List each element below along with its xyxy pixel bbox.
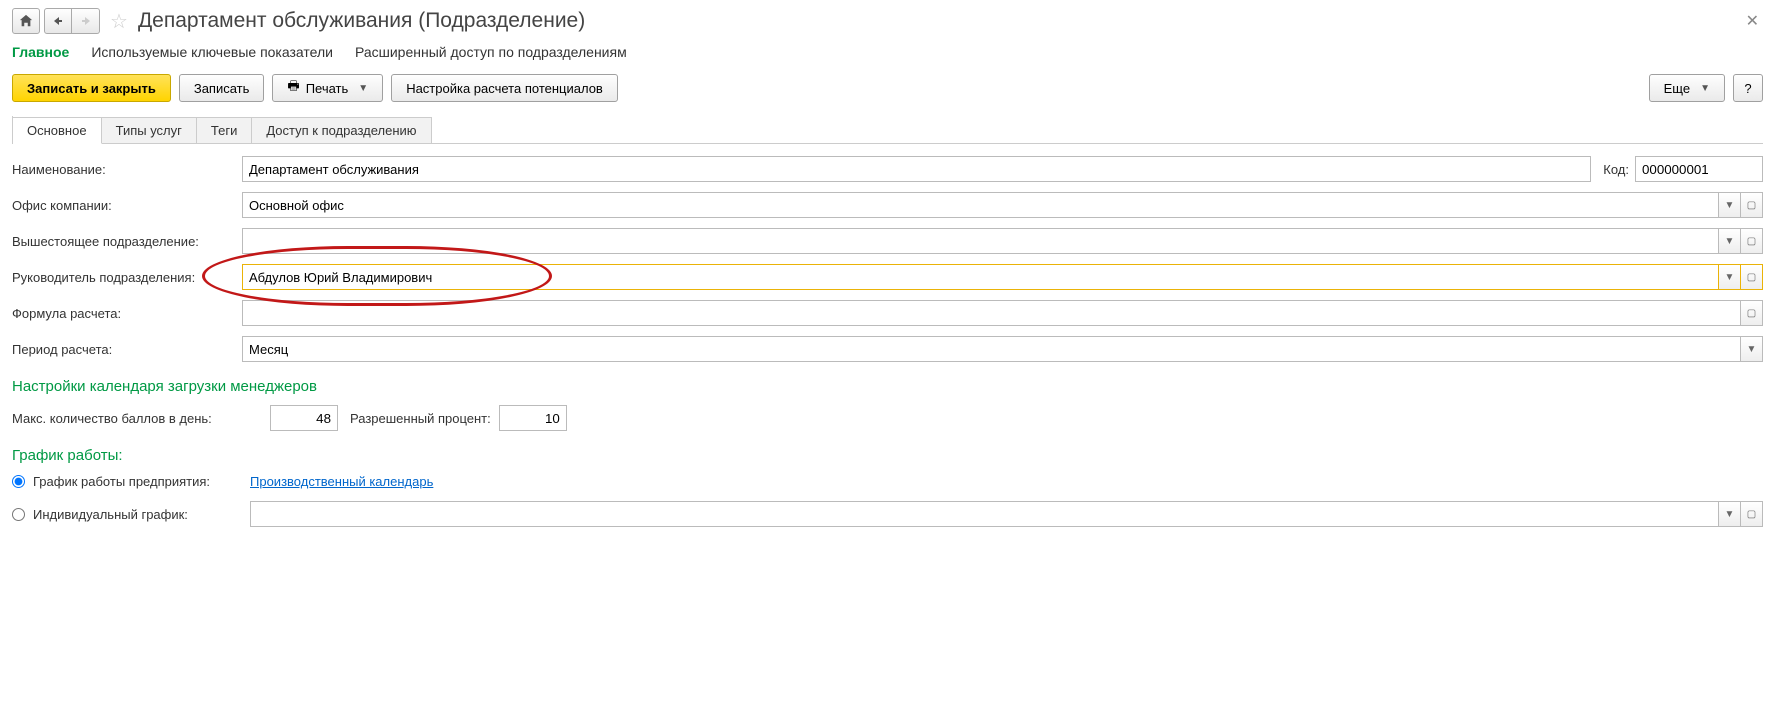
menu-main[interactable]: Главное bbox=[12, 44, 69, 60]
dropdown-button[interactable]: ▼ bbox=[1719, 228, 1741, 254]
office-input[interactable] bbox=[242, 192, 1719, 218]
menu-access[interactable]: Расширенный доступ по подразделениям bbox=[355, 44, 627, 60]
period-label: Период расчета: bbox=[12, 342, 242, 357]
menu-kpi[interactable]: Используемые ключевые показатели bbox=[91, 44, 333, 60]
parent-label: Вышестоящее подразделение: bbox=[12, 234, 242, 249]
printer-icon bbox=[287, 77, 299, 99]
chevron-down-icon: ▼ bbox=[358, 83, 368, 94]
open-button[interactable]: ▢ bbox=[1741, 501, 1763, 527]
percent-input[interactable] bbox=[499, 405, 567, 431]
tab-tags[interactable]: Теги bbox=[197, 117, 252, 144]
dropdown-button[interactable]: ▼ bbox=[1719, 264, 1741, 290]
print-label: Печать bbox=[306, 81, 349, 96]
percent-label: Разрешенный процент: bbox=[350, 411, 491, 426]
individual-schedule-text: Индивидуальный график: bbox=[33, 507, 188, 522]
formula-label: Формула расчета: bbox=[12, 306, 242, 321]
individual-schedule-input[interactable] bbox=[250, 501, 1719, 527]
forward-button[interactable] bbox=[72, 8, 100, 34]
tab-main[interactable]: Основное bbox=[13, 117, 102, 144]
office-label: Офис компании: bbox=[12, 198, 242, 213]
favorite-star-icon[interactable]: ☆ bbox=[110, 9, 128, 34]
code-label: Код: bbox=[1603, 162, 1629, 177]
company-schedule-radio[interactable] bbox=[12, 475, 25, 488]
more-button[interactable]: Еще ▼ bbox=[1649, 74, 1725, 102]
arrow-left-icon bbox=[52, 15, 64, 27]
parent-input[interactable] bbox=[242, 228, 1719, 254]
company-schedule-text: График работы предприятия: bbox=[33, 474, 210, 489]
save-button[interactable]: Записать bbox=[179, 74, 265, 102]
max-points-label: Макс. количество баллов в день: bbox=[12, 411, 262, 426]
potentials-button[interactable]: Настройка расчета потенциалов bbox=[391, 74, 618, 102]
dropdown-button[interactable]: ▼ bbox=[1719, 192, 1741, 218]
head-label: Руководитель подразделения: bbox=[12, 270, 242, 285]
calendar-section-title: Настройки календаря загрузки менеджеров bbox=[12, 378, 1763, 395]
print-button[interactable]: Печать ▼ bbox=[272, 74, 383, 102]
period-input[interactable] bbox=[242, 336, 1741, 362]
more-label: Еще bbox=[1664, 81, 1690, 96]
name-input[interactable] bbox=[242, 156, 1591, 182]
code-input[interactable] bbox=[1635, 156, 1763, 182]
back-button[interactable] bbox=[44, 8, 72, 34]
dropdown-button[interactable]: ▼ bbox=[1741, 336, 1763, 362]
open-button[interactable]: ▢ bbox=[1741, 264, 1763, 290]
open-button[interactable]: ▢ bbox=[1741, 228, 1763, 254]
tab-access[interactable]: Доступ к подразделению bbox=[252, 117, 431, 144]
head-input[interactable] bbox=[242, 264, 1719, 290]
open-button[interactable]: ▢ bbox=[1741, 192, 1763, 218]
company-calendar-link[interactable]: Производственный календарь bbox=[250, 474, 433, 489]
home-icon bbox=[19, 14, 33, 28]
company-schedule-radio-label[interactable]: График работы предприятия: bbox=[12, 474, 242, 489]
dropdown-button[interactable]: ▼ bbox=[1719, 501, 1741, 527]
individual-schedule-radio[interactable] bbox=[12, 508, 25, 521]
close-button[interactable]: ✕ bbox=[1742, 11, 1763, 31]
schedule-section-title: График работы: bbox=[12, 447, 1763, 464]
home-button[interactable] bbox=[12, 8, 40, 34]
chevron-down-icon: ▼ bbox=[1700, 83, 1710, 94]
open-button[interactable]: ▢ bbox=[1741, 300, 1763, 326]
save-close-button[interactable]: Записать и закрыть bbox=[12, 74, 171, 102]
individual-schedule-radio-label[interactable]: Индивидуальный график: bbox=[12, 507, 242, 522]
arrow-right-icon bbox=[80, 15, 92, 27]
formula-input[interactable] bbox=[242, 300, 1741, 326]
help-button[interactable]: ? bbox=[1733, 74, 1763, 102]
page-title: Департамент обслуживания (Подразделение) bbox=[138, 9, 585, 33]
max-points-input[interactable] bbox=[270, 405, 338, 431]
name-label: Наименование: bbox=[12, 162, 242, 177]
tab-services[interactable]: Типы услуг bbox=[102, 117, 197, 144]
